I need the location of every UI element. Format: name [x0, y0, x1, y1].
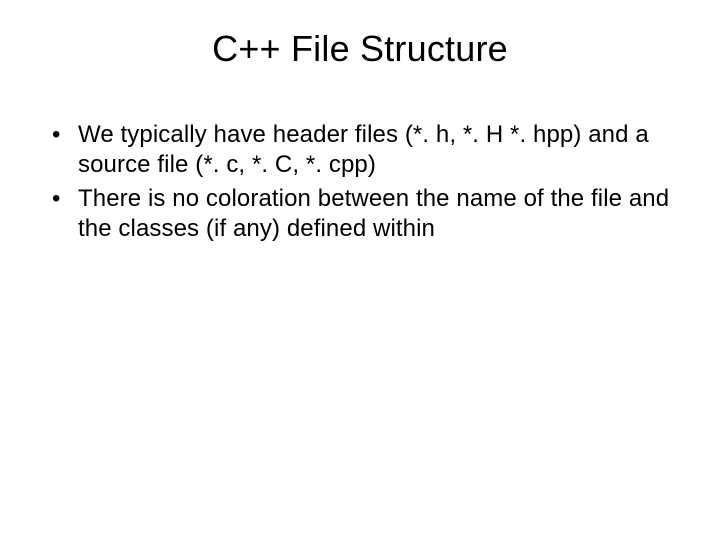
slide-container: C++ File Structure We typically have hea…	[0, 0, 720, 540]
list-item: There is no coloration between the name …	[48, 184, 680, 244]
slide-title: C++ File Structure	[40, 28, 680, 70]
list-item: We typically have header files (*. h, *.…	[48, 120, 680, 180]
bullet-list: We typically have header files (*. h, *.…	[40, 120, 680, 244]
